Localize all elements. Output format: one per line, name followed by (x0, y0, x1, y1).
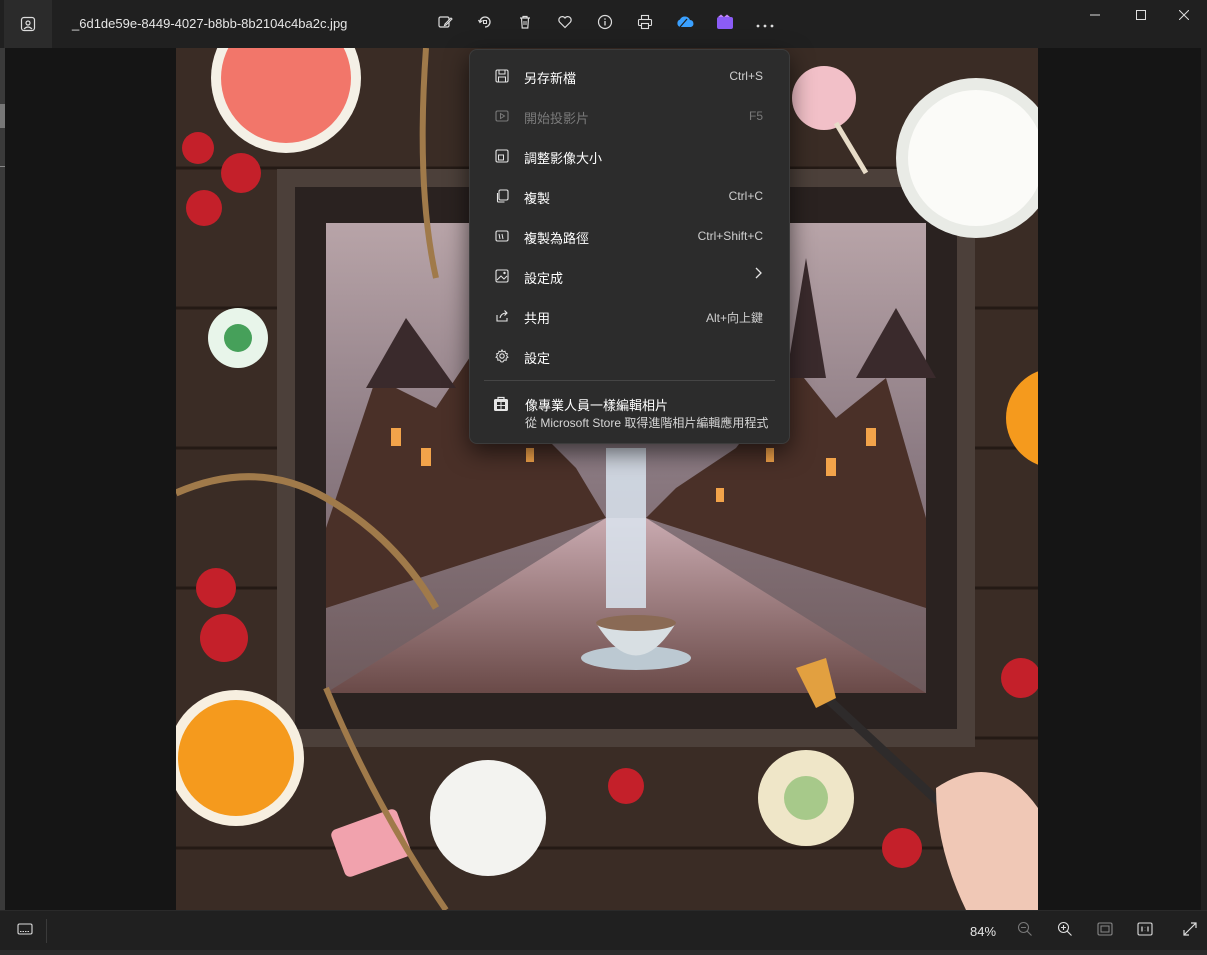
minimize-icon (1090, 7, 1100, 25)
menu-item-label: 設定 (524, 351, 551, 366)
menu-item-label: 另存新檔 (524, 71, 577, 86)
file-name: _6d1de59e-8449-4027-b8bb-8b2104c4ba2c.jp… (72, 16, 348, 31)
favorite-button[interactable] (547, 8, 583, 40)
context-menu: 另存新檔 Ctrl+S 開始投影片 F5 調整影像大小 複製 Ctrl+C 複製… (469, 49, 790, 444)
menu-item-shortcut: Ctrl+C (728, 189, 763, 203)
promo-title: 像專業人員一樣編輯相片 (525, 398, 669, 413)
status-bar: 84% (0, 910, 1207, 950)
fit-to-window-button[interactable] (1093, 919, 1117, 943)
menu-item-shortcut: Ctrl+S (729, 69, 763, 83)
menu-item-shortcut: Alt+向上鍵 (705, 311, 763, 325)
store-icon (493, 396, 509, 417)
close-button[interactable] (1161, 0, 1207, 32)
copy-icon (494, 188, 510, 204)
info-icon (597, 14, 613, 35)
delete-button[interactable] (507, 8, 543, 40)
menu-item-label: 調整影像大小 (524, 151, 603, 166)
more-button[interactable] (747, 8, 783, 40)
menu-item-label: 設定成 (524, 271, 564, 286)
chevron-right-icon (753, 267, 763, 282)
print-icon (637, 14, 653, 35)
rotate-icon (477, 14, 493, 35)
onedrive-icon (675, 15, 695, 34)
zoom-level[interactable]: 84% (970, 924, 996, 939)
zoom-out-button[interactable] (1013, 919, 1037, 943)
menu-item-set-as[interactable]: 設定成 (474, 258, 785, 294)
menu-item-slideshow: 開始投影片 F5 (474, 98, 785, 134)
full-screen-button[interactable] (1178, 919, 1202, 943)
menu-item-label: 共用 (524, 311, 551, 326)
menu-item-label: 複製 (524, 191, 551, 206)
close-icon (1178, 7, 1190, 25)
menu-item-save-as[interactable]: 另存新檔 Ctrl+S (474, 58, 785, 94)
minimize-button[interactable] (1072, 0, 1118, 32)
print-button[interactable] (627, 8, 663, 40)
actual-size-icon (1137, 921, 1153, 941)
resize-icon (494, 148, 510, 164)
menu-item-share[interactable]: 共用 Alt+向上鍵 (474, 298, 785, 334)
zoom-in-icon (1057, 921, 1073, 942)
status-divider (46, 919, 47, 943)
title-bar: _6d1de59e-8449-4027-b8bb-8b2104c4ba2c.jp… (0, 0, 1207, 48)
menu-divider (484, 380, 775, 381)
fit-to-window-icon (1097, 921, 1113, 941)
rotate-button[interactable] (467, 8, 503, 40)
maximize-icon (1136, 7, 1146, 25)
window-bottom-edge (0, 950, 1207, 955)
zoom-out-icon (1017, 921, 1033, 942)
share-icon (494, 308, 510, 324)
zoom-in-button[interactable] (1053, 919, 1077, 943)
promo-subtitle: 從 Microsoft Store 取得進階相片編輯應用程式 (525, 416, 769, 430)
menu-item-copy-as-path[interactable]: 複製為路徑 Ctrl+Shift+C (474, 218, 785, 254)
menu-item-copy[interactable]: 複製 Ctrl+C (474, 178, 785, 214)
menu-item-shortcut: F5 (748, 109, 763, 123)
menu-item-settings[interactable]: 設定 (474, 338, 785, 374)
filmstrip-toggle-button[interactable] (13, 919, 37, 943)
set-as-icon (494, 268, 510, 284)
info-button[interactable] (587, 8, 623, 40)
edit-image-button[interactable] (427, 8, 463, 40)
menu-item-label: 複製為路徑 (524, 231, 590, 246)
edit-image-icon (437, 14, 453, 35)
slideshow-icon (494, 108, 510, 124)
toolbar (427, 8, 783, 40)
menu-item-resize[interactable]: 調整影像大小 (474, 138, 785, 174)
full-screen-icon (1182, 921, 1198, 942)
menu-item-label: 開始投影片 (524, 111, 590, 126)
onedrive-button[interactable] (667, 8, 703, 40)
delete-icon (517, 14, 533, 35)
save-icon (494, 68, 510, 84)
copy-path-icon (494, 228, 510, 244)
filmstrip-icon (17, 922, 33, 941)
menu-item-shortcut: Ctrl+Shift+C (697, 229, 763, 243)
clipchamp-button[interactable] (707, 8, 743, 40)
actual-size-button[interactable] (1133, 919, 1157, 943)
more-icon (756, 15, 774, 33)
heart-icon (557, 14, 573, 35)
maximize-button[interactable] (1118, 0, 1164, 32)
clipchamp-icon (716, 14, 734, 35)
gear-icon (494, 348, 510, 364)
photos-app-icon[interactable] (4, 0, 52, 48)
